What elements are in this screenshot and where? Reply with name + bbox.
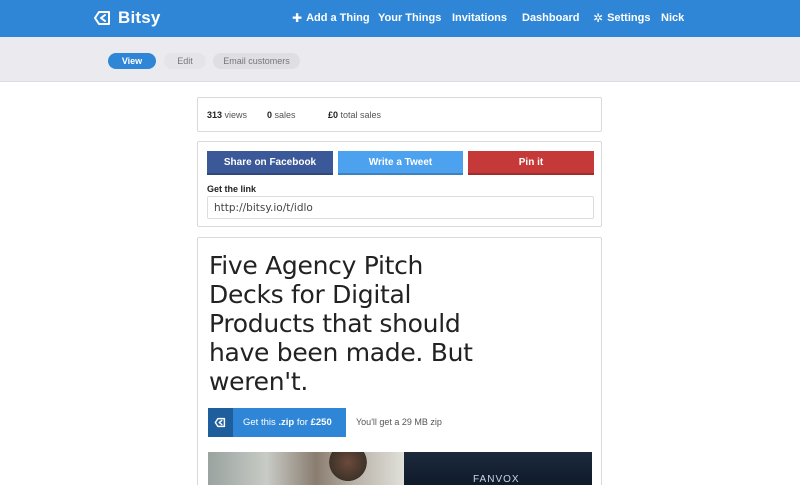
top-navigation: Bitsy ✚ Add a Thing Your Things Invitati…: [0, 0, 800, 37]
tab-edit[interactable]: Edit: [164, 53, 206, 69]
stat-views-label: views: [224, 110, 248, 120]
stat-sales: 0 sales: [267, 110, 296, 120]
bitsy-logo-icon: [208, 408, 233, 437]
buy-price: £250: [310, 417, 332, 428]
product-preview-images: FANVOX: [208, 452, 592, 485]
brand-name: Bitsy: [118, 8, 161, 27]
stat-total-sales-value: £0: [328, 110, 339, 120]
stat-total-sales: £0 total sales: [328, 110, 381, 120]
product-card: Five Agency Pitch Decks for Digital Prod…: [197, 237, 602, 485]
nav-invitations[interactable]: Invitations: [452, 12, 507, 24]
stat-sales-value: 0: [267, 110, 273, 120]
plus-icon: ✚: [292, 11, 303, 25]
buy-for: for: [296, 417, 308, 428]
nav-your-things-label: Your Things: [378, 12, 442, 24]
nav-your-things[interactable]: Your Things: [378, 12, 441, 24]
nav-dashboard[interactable]: Dashboard: [522, 12, 579, 24]
preview-photo: [208, 452, 404, 485]
gear-icon: ✲: [593, 11, 604, 25]
view-tabs-bar: View Edit Email customers: [0, 37, 800, 82]
tab-view[interactable]: View: [108, 53, 156, 69]
nav-user-label: Nick: [661, 12, 685, 24]
stats-card: 313 views 0 sales £0 total sales: [197, 97, 602, 132]
stat-views-value: 313: [207, 110, 223, 120]
stat-views: 313 views: [207, 110, 247, 120]
stat-total-sales-label: total sales: [340, 110, 382, 120]
zip-size-note: You'll get a 29 MB zip: [356, 417, 442, 427]
brand-logo[interactable]: Bitsy: [93, 8, 161, 28]
buy-button[interactable]: Get this .zip for £250: [208, 408, 346, 437]
share-card: Share on Facebook Write a Tweet Pin it G…: [197, 141, 602, 227]
share-link-input[interactable]: [207, 196, 594, 219]
write-tweet-button[interactable]: Write a Tweet: [338, 151, 463, 175]
nav-user[interactable]: Nick: [661, 12, 684, 24]
nav-settings[interactable]: ✲ Settings: [593, 12, 650, 24]
buy-extension: .zip: [278, 417, 295, 428]
nav-invitations-label: Invitations: [452, 12, 508, 24]
preview-slide: FANVOX: [404, 452, 592, 485]
nav-dashboard-label: Dashboard: [522, 12, 580, 24]
preview-slide-brand: FANVOX: [473, 474, 520, 485]
stat-sales-label: sales: [274, 110, 296, 120]
tab-email-customers[interactable]: Email customers: [213, 53, 300, 69]
pin-it-button[interactable]: Pin it: [468, 151, 594, 175]
product-title: Five Agency Pitch Decks for Digital Prod…: [209, 251, 473, 396]
buy-button-label: Get this .zip for £250: [233, 417, 332, 428]
nav-add-thing[interactable]: ✚ Add a Thing: [292, 12, 370, 24]
buy-prefix: Get this: [243, 417, 276, 428]
bitsy-logo-icon: [94, 11, 110, 25]
share-facebook-button[interactable]: Share on Facebook: [207, 151, 333, 175]
nav-settings-label: Settings: [607, 12, 651, 24]
get-link-label: Get the link: [207, 184, 257, 194]
nav-add-thing-label: Add a Thing: [306, 12, 370, 24]
